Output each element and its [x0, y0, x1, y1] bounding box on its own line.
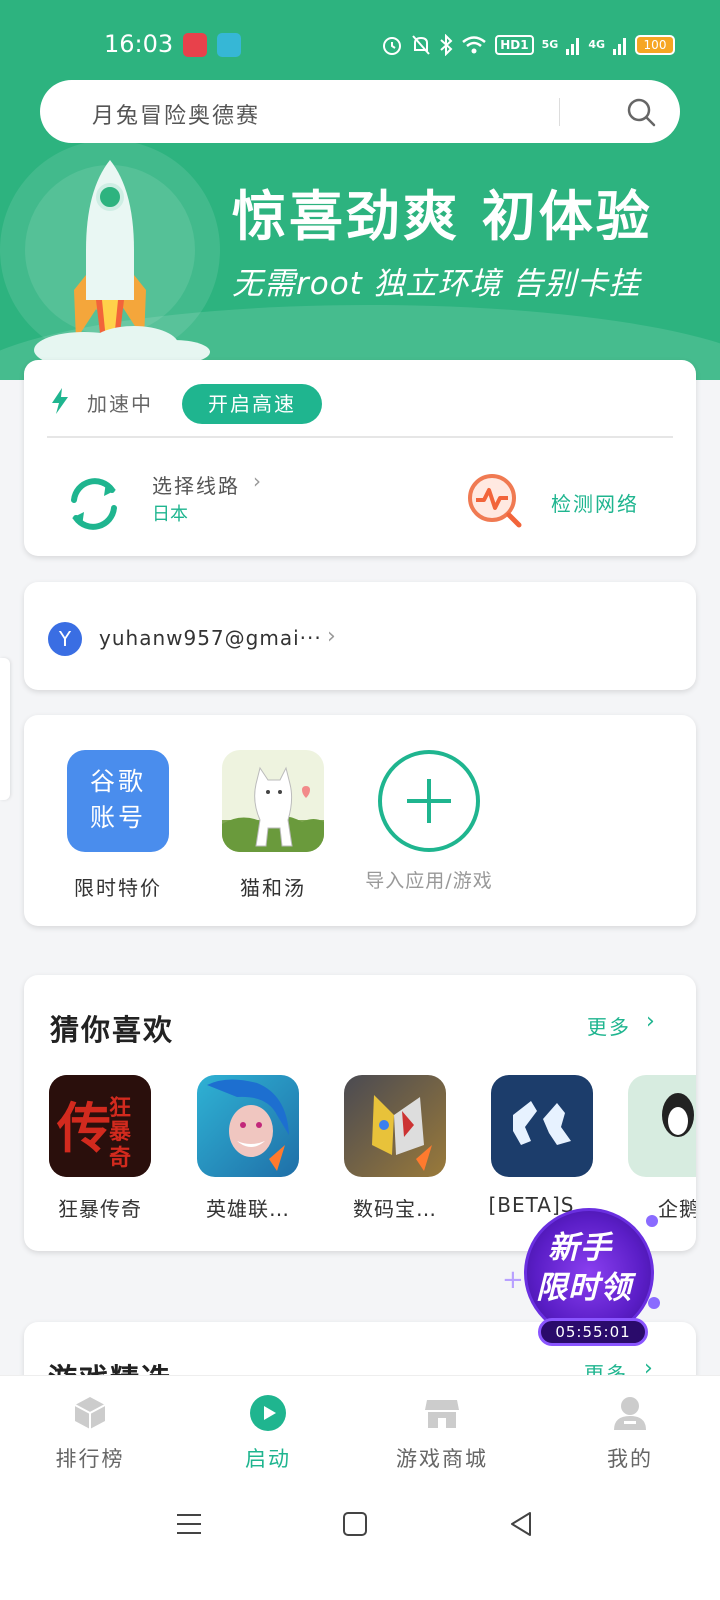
system-nav-bar	[0, 1487, 720, 1600]
route-value: 日本	[152, 504, 188, 525]
banner-title: 惊喜劲爽 初体验	[232, 185, 653, 248]
apps-card: 谷歌 账号 限时特价 猫和汤 导入应用/游戏	[24, 715, 696, 926]
game-icon[interactable]	[491, 1075, 593, 1177]
user-icon	[614, 1397, 646, 1430]
chevron-right-icon[interactable]: ›	[646, 1009, 655, 1034]
game-icon[interactable]: 传 狂 暴 奇	[49, 1075, 151, 1177]
chevron-right-icon[interactable]: ›	[253, 469, 261, 493]
search-icon[interactable]	[626, 97, 656, 127]
wifi-icon	[462, 36, 487, 54]
chevron-right-icon[interactable]: ›	[327, 624, 336, 649]
svg-text:暴: 暴	[108, 1119, 132, 1145]
promo-line2: 限时领	[536, 1270, 632, 1306]
svg-text:狂: 狂	[109, 1095, 131, 1121]
promo-timer: 05:55:01	[538, 1318, 648, 1346]
store-icon	[425, 1400, 459, 1428]
tab-profile[interactable]: 我的	[540, 1376, 720, 1488]
search-divider	[559, 98, 560, 126]
signal-5g: 5G	[541, 38, 559, 51]
accelerator-card: 加速中 开启高速 选择线路 › 日本 检测网络	[24, 360, 696, 556]
account-card[interactable]: Y yuhanw957@gmai··· ›	[24, 582, 696, 690]
game-item[interactable]: 数码宝…	[330, 1075, 460, 1222]
alarm-icon	[383, 37, 402, 55]
sparkle-plus-icon: +	[502, 1265, 524, 1295]
cube-icon	[74, 1397, 106, 1429]
sparkle-dot	[648, 1297, 660, 1309]
cat-soup-icon[interactable]	[222, 750, 324, 852]
game-item[interactable]: [BETA]S…	[477, 1075, 607, 1217]
screen-record-icon	[183, 33, 207, 57]
menu-icon[interactable]	[176, 1511, 202, 1537]
tab-label: 启动	[245, 1447, 291, 1471]
sync-icon[interactable]	[62, 472, 126, 536]
svg-text:奇: 奇	[109, 1145, 131, 1171]
section-title: 猜你喜欢	[50, 1013, 175, 1047]
rocket-illustration	[34, 160, 210, 360]
tab-ranking[interactable]: 排行榜	[0, 1376, 180, 1488]
game-icon[interactable]	[197, 1075, 299, 1177]
game-item[interactable]: 传 狂 暴 奇 狂暴传奇	[35, 1075, 165, 1222]
sparkle-dot	[646, 1215, 658, 1227]
game-icon[interactable]	[628, 1075, 696, 1177]
game-name: 英雄联…	[206, 1197, 290, 1221]
tab-launch[interactable]: 启动	[178, 1376, 358, 1488]
boost-button[interactable]: 开启高速	[182, 384, 322, 424]
signal-icon-2	[613, 38, 626, 55]
game-name: 数码宝…	[353, 1197, 437, 1221]
lightning-icon	[52, 388, 68, 414]
game-item[interactable]: 企鹅	[614, 1075, 696, 1222]
bluetooth-icon	[440, 34, 453, 56]
battery-icon: 100	[635, 35, 675, 55]
home-icon[interactable]	[342, 1511, 368, 1537]
import-app-button[interactable]: 导入应用/游戏	[354, 750, 504, 893]
plus-icon[interactable]	[378, 750, 480, 852]
icon-text-line2: 账号	[89, 803, 146, 832]
banner-subtitle: 无需root 独立环境 告别卡挂	[232, 266, 641, 302]
app-label: 猫和汤	[240, 876, 306, 900]
game-name: 狂暴传奇	[58, 1197, 142, 1221]
back-icon[interactable]	[508, 1511, 534, 1537]
network-detect-icon[interactable]	[464, 470, 524, 530]
search-input[interactable]: 月兔冒险奥德赛	[92, 98, 260, 130]
newbie-promo-badge[interactable]: + 新手 限时领 05:55:01	[502, 1205, 670, 1350]
detect-network-link[interactable]: 检测网络	[551, 488, 639, 517]
game-icon[interactable]	[344, 1075, 446, 1177]
svg-text:传: 传	[56, 1096, 111, 1160]
hd-indicator: HD1	[495, 35, 534, 55]
side-drawer-handle[interactable]	[0, 658, 10, 800]
app-cat-soup[interactable]: 猫和汤	[198, 750, 348, 901]
icon-text-line1: 谷歌	[89, 767, 146, 796]
chat-app-icon	[217, 33, 241, 57]
signal-icon	[566, 38, 580, 55]
route-select[interactable]: 选择线路	[152, 470, 240, 499]
more-link[interactable]: 更多	[587, 1011, 631, 1040]
app-google-account[interactable]: 谷歌 账号 限时特价	[43, 750, 193, 901]
app-label: 导入应用/游戏	[365, 870, 493, 892]
search-bar[interactable]: 月兔冒险奥德赛	[40, 80, 680, 143]
tab-label: 我的	[607, 1447, 653, 1471]
play-icon	[250, 1395, 286, 1431]
signal-4g: 4G	[588, 38, 605, 51]
tab-label: 游戏商城	[396, 1447, 488, 1471]
promo-line1: 新手	[548, 1230, 612, 1266]
tab-game-store[interactable]: 游戏商城	[352, 1376, 532, 1488]
google-account-icon[interactable]: 谷歌 账号	[67, 750, 169, 852]
avatar: Y	[48, 622, 82, 656]
game-item[interactable]: 英雄联…	[183, 1075, 313, 1222]
bottom-nav: 排行榜 启动 游戏商城 我的	[0, 1375, 720, 1487]
tab-label: 排行榜	[55, 1447, 125, 1471]
account-email: yuhanw957@gmai···	[99, 626, 322, 650]
status-time: 16:03	[104, 30, 174, 58]
accel-status: 加速中	[87, 392, 153, 416]
app-label: 限时特价	[74, 876, 162, 900]
status-bar: 16:03 HD1 5G 4G 100	[0, 0, 720, 90]
divider	[47, 436, 673, 438]
mute-icon	[412, 35, 431, 55]
